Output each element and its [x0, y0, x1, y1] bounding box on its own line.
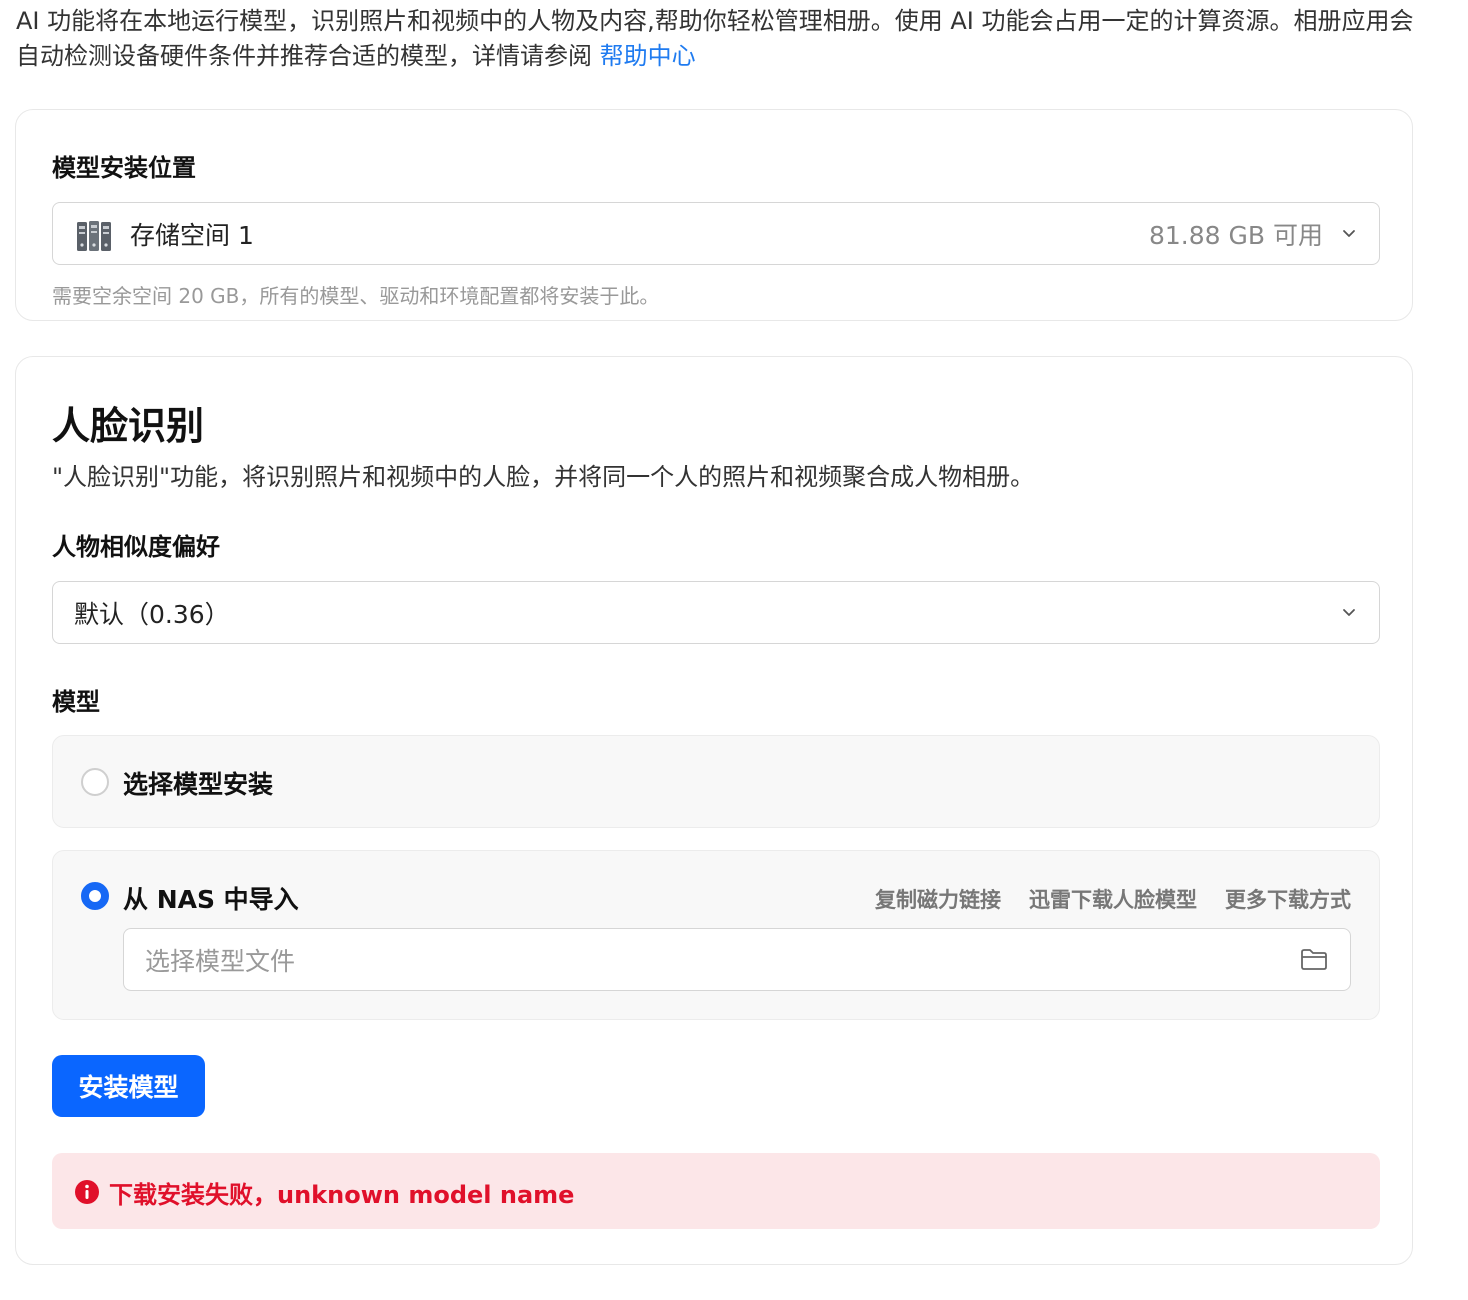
error-alert: 下载安装失败，unknown model name — [52, 1153, 1380, 1229]
model-file-placeholder: 选择模型文件 — [145, 947, 296, 976]
option-import-from-nas[interactable]: 从 NAS 中导入 复制磁力链接 迅雷下载人脸模型 更多下载方式 选择模型文件 — [52, 850, 1380, 1020]
model-label: 模型 — [52, 688, 100, 716]
chevron-down-icon — [1343, 230, 1355, 237]
option-select-model[interactable]: 选择模型安装 — [52, 735, 1380, 828]
error-icon — [75, 1180, 99, 1204]
storage-free-space: 81.88 GB 可用 — [1149, 221, 1323, 250]
copy-magnet-link[interactable]: 复制磁力链接 — [875, 884, 1001, 914]
face-recognition-card: 人脸识别 "人脸识别"功能，将识别照片和视频中的人脸，并将同一个人的照片和视频聚… — [15, 356, 1413, 1265]
similarity-label: 人物相似度偏好 — [52, 533, 220, 561]
disk-icon — [77, 221, 111, 251]
storage-hint: 需要空余空间 20 GB，所有的模型、驱动和环境配置都将安装于此。 — [52, 284, 660, 308]
model-file-input[interactable]: 选择模型文件 — [123, 928, 1351, 991]
download-links: 复制磁力链接 迅雷下载人脸模型 更多下载方式 — [875, 884, 1351, 914]
option-import-label: 从 NAS 中导入 — [123, 885, 299, 914]
radio-select-model[interactable] — [81, 768, 109, 796]
intro-text: AI 功能将在本地运行模型，识别照片和视频中的人物及内容,帮助你轻松管理相册。使… — [16, 4, 1426, 74]
storage-select[interactable]: 存储空间 1 81.88 GB 可用 — [52, 202, 1380, 265]
install-model-button[interactable]: 安装模型 — [52, 1055, 205, 1117]
error-message: 下载安装失败，unknown model name — [109, 1181, 575, 1209]
install-location-card: 模型安装位置 存储空间 1 81.88 GB 可用 需要空余空间 20 GB，所… — [15, 109, 1413, 321]
face-recognition-title: 人脸识别 — [52, 404, 205, 448]
install-location-label: 模型安装位置 — [52, 154, 196, 182]
thunder-download-link[interactable]: 迅雷下载人脸模型 — [1029, 884, 1197, 914]
help-center-link[interactable]: 帮助中心 — [600, 42, 696, 70]
storage-name: 存储空间 1 — [130, 221, 254, 250]
intro-description: AI 功能将在本地运行模型，识别照片和视频中的人物及内容,帮助你轻松管理相册。使… — [16, 7, 1414, 70]
more-download-options-link[interactable]: 更多下载方式 — [1225, 884, 1351, 914]
folder-icon[interactable] — [1300, 947, 1328, 971]
option-select-model-label: 选择模型安装 — [123, 770, 274, 799]
similarity-value: 默认（0.36） — [74, 600, 230, 629]
radio-import-from-nas[interactable] — [81, 882, 109, 910]
face-recognition-description: "人脸识别"功能，将识别照片和视频中的人脸，并将同一个人的照片和视频聚合成人物相… — [52, 463, 1035, 491]
chevron-down-icon — [1343, 609, 1355, 616]
similarity-select[interactable]: 默认（0.36） — [52, 581, 1380, 644]
